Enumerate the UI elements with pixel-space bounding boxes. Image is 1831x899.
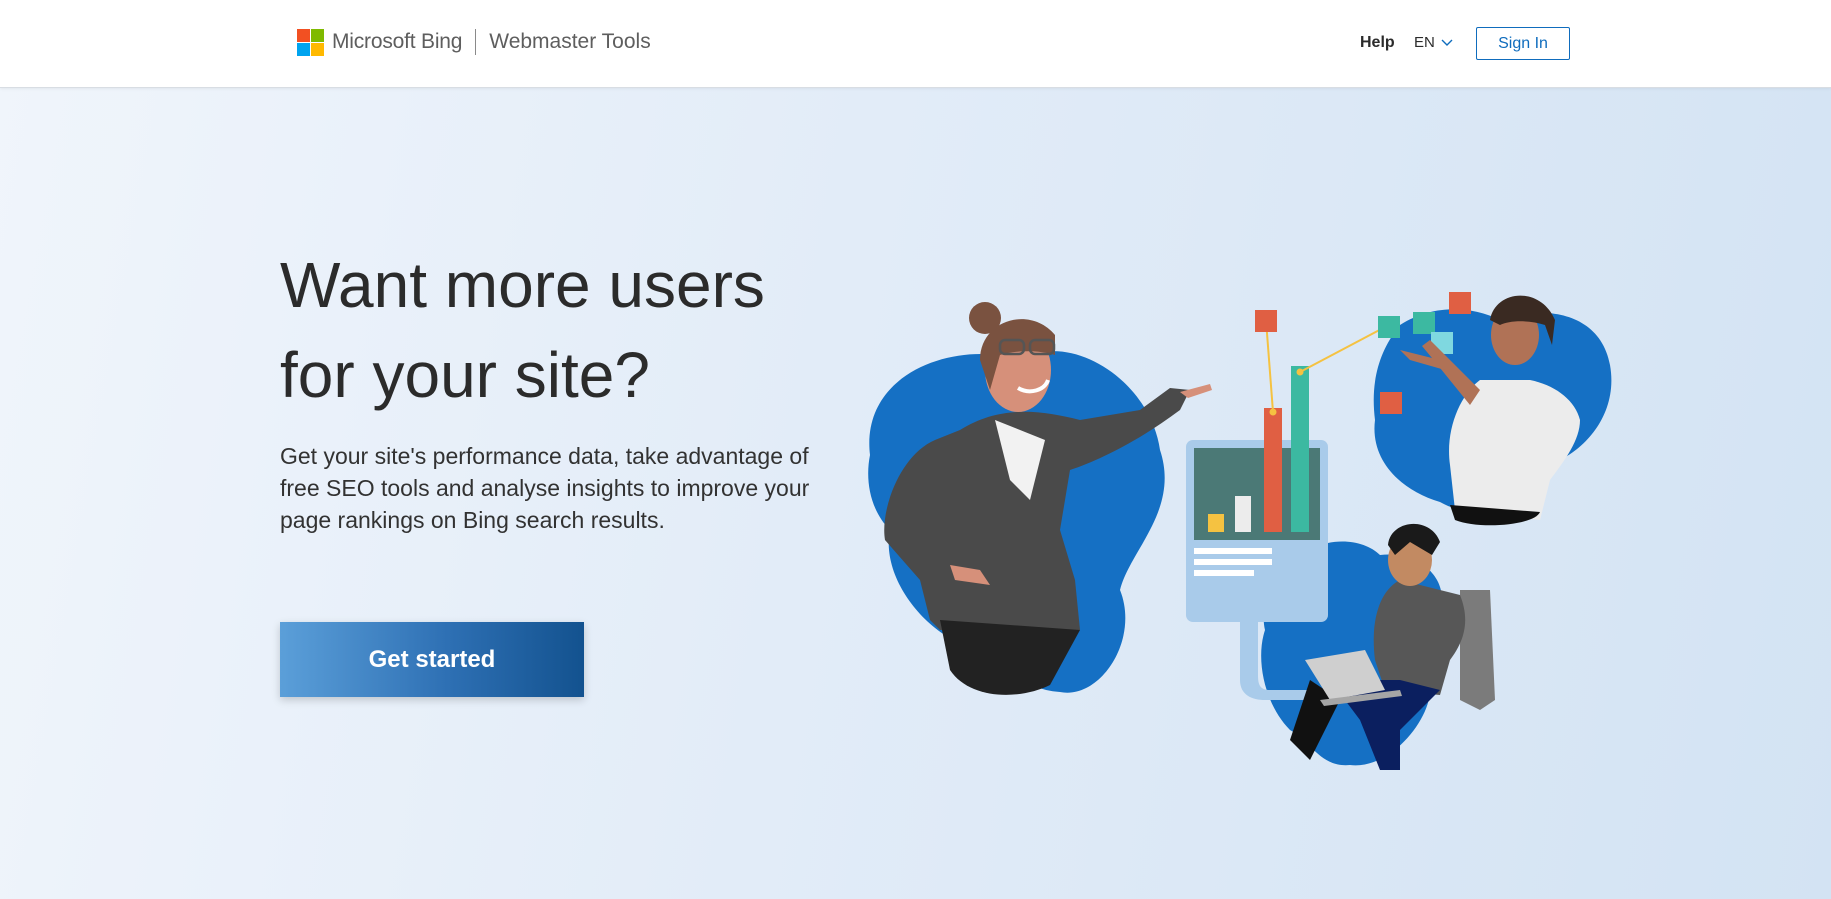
hero-title-line-2: for your site? <box>280 339 650 411</box>
help-link[interactable]: Help <box>1360 34 1395 52</box>
get-started-button[interactable]: Get started <box>280 622 584 697</box>
hero-title: Want more users for your site? <box>280 240 840 420</box>
screen-text-line-2 <box>1194 559 1272 565</box>
screen-bar-white <box>1235 496 1251 532</box>
float-square-orange-1 <box>1255 310 1277 332</box>
language-label: EN <box>1414 34 1435 51</box>
screen-text-line-3 <box>1194 570 1254 576</box>
float-square-orange-2 <box>1449 292 1471 314</box>
screen-bar-yellow <box>1208 514 1224 532</box>
screen-text-line-1 <box>1194 548 1272 554</box>
connector-dot-3 <box>1296 368 1304 376</box>
sign-in-button[interactable]: Sign In <box>1476 27 1570 60</box>
chevron-down-icon <box>1441 39 1453 46</box>
connector-line-1 <box>1265 319 1274 413</box>
connector-dot-2 <box>1269 408 1277 416</box>
float-square-teal-2 <box>1413 312 1435 334</box>
chart-bar-teal <box>1291 366 1309 532</box>
connector-line-2 <box>1299 325 1388 373</box>
float-square-orange-3 <box>1380 392 1402 414</box>
hero-illustration <box>868 292 1612 770</box>
top-header: Microsoft Bing Webmaster Tools Help EN S… <box>0 0 1831 88</box>
float-square-teal-1 <box>1378 316 1400 338</box>
hero-description: Get your site's performance data, take a… <box>280 443 810 533</box>
language-selector[interactable]: EN <box>1414 34 1453 51</box>
chart-bar-orange <box>1264 408 1282 532</box>
header-nav: Help EN Sign In <box>0 27 1831 60</box>
person-woman-left <box>884 302 1212 695</box>
hero-title-line-1: Want more users <box>280 249 765 321</box>
